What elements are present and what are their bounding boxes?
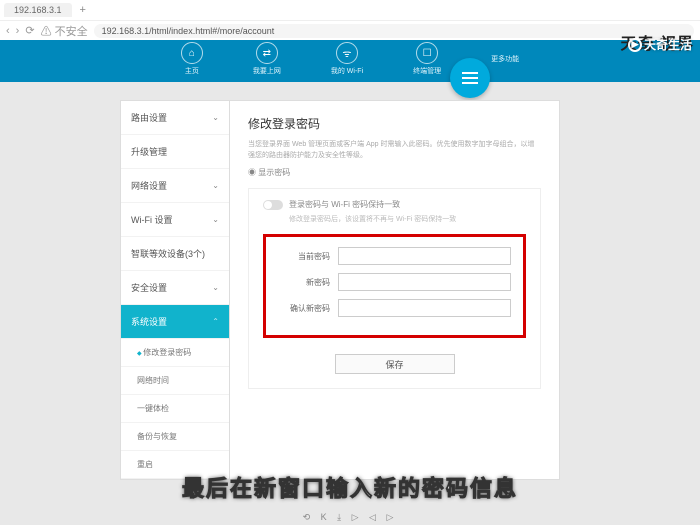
nav-label: 更多功能 [491, 54, 519, 64]
new-password-input[interactable] [338, 273, 511, 291]
current-password-label: 当前密码 [278, 251, 330, 262]
show-password-radio[interactable]: 显示密码 [248, 167, 541, 178]
new-password-label: 新密码 [278, 277, 330, 288]
sidebar-item-mesh[interactable]: 智联等效设备(3个) [121, 237, 229, 271]
chevron-down-icon: ⌄ [212, 283, 219, 292]
confirm-password-input[interactable] [338, 299, 511, 317]
nav-wifi[interactable]: ᯤ 我的 Wi-Fi [331, 42, 363, 76]
address-bar: ‹ › ⟳ ⚠ 不安全 192.168.3.1/html/index.html#… [0, 20, 700, 40]
page-title: 修改登录密码 [248, 115, 541, 132]
device-icon: ☐ [416, 42, 438, 64]
sidebar-sub-diagnose[interactable]: 一键体检 [121, 395, 229, 423]
nav-home[interactable]: ⌂ 主页 [181, 42, 203, 76]
nav-more[interactable]: 更多功能 [491, 54, 519, 64]
current-password-input[interactable] [338, 247, 511, 265]
nav-devices[interactable]: ☐ 终端管理 [413, 42, 441, 76]
top-nav: ⌂ 主页 ⇄ 我要上网 ᯤ 我的 Wi-Fi ☐ 终端管理 更多功能 [0, 40, 700, 82]
more-fab-button[interactable] [450, 58, 490, 98]
chevron-down-icon: ⌄ [212, 181, 219, 190]
video-subtitle: 最后在新窗口输入新的密码信息 [0, 471, 700, 503]
highlight-box: 当前密码 新密码 确认新密码 [263, 234, 526, 338]
sidebar-item-wifi[interactable]: Wi-Fi 设置⌄ [121, 203, 229, 237]
nav-label: 终端管理 [413, 66, 441, 76]
save-button[interactable]: 保存 [335, 354, 455, 374]
wifi-icon: ᯤ [336, 42, 358, 64]
url-input[interactable]: 192.168.3.1/html/index.html#/more/accoun… [94, 24, 694, 38]
toggle-sub-label: 修改登录密码后，该设置将不再与 Wi-Fi 密码保持一致 [289, 214, 526, 224]
chevron-down-icon: ⌄ [212, 113, 219, 122]
security-badge: ⚠ 不安全 [41, 23, 88, 39]
sidebar-item-security[interactable]: 安全设置⌄ [121, 271, 229, 305]
nav-label: 我要上网 [253, 66, 281, 76]
nav-label: 我的 Wi-Fi [331, 66, 363, 76]
chevron-down-icon: ⌄ [212, 215, 219, 224]
main-panel: 修改登录密码 当您登录界面 Web 管理页面或客户端 App 时需输入此密码。优… [230, 100, 560, 480]
toggle-label: 登录密码与 Wi-Fi 密码保持一致 [289, 199, 400, 210]
forward-button[interactable]: › [16, 25, 20, 37]
page-desc: 当您登录界面 Web 管理页面或客户端 App 时需输入此密码。优先使用数字加字… [248, 140, 541, 161]
sidebar-item-upgrade[interactable]: 升级管理 [121, 135, 229, 169]
reload-button[interactable]: ⟳ [25, 24, 34, 37]
home-icon: ⌂ [181, 42, 203, 64]
sidebar-sub-backup[interactable]: 备份与恢复 [121, 423, 229, 451]
sidebar-item-network[interactable]: 网络设置⌄ [121, 169, 229, 203]
browser-tab-strip: 192.168.3.1 + [0, 0, 700, 20]
hamburger-icon [462, 77, 478, 79]
new-tab-button[interactable]: + [74, 4, 92, 16]
watermark-text: 天奇生活 [644, 36, 692, 53]
video-watermark: ▶ 天奇生活 [628, 36, 692, 53]
sidebar-sub-time[interactable]: 网络时间 [121, 367, 229, 395]
sidebar-item-system[interactable]: 系统设置⌃ [121, 305, 229, 339]
same-as-wifi-toggle[interactable] [263, 200, 283, 210]
confirm-password-label: 确认新密码 [278, 303, 330, 314]
play-circle-icon: ▶ [628, 38, 642, 52]
nav-label: 主页 [185, 66, 199, 76]
video-controls[interactable]: ⟲ K ⤓ ▷ ◁ ▷ [303, 512, 398, 523]
chevron-up-icon: ⌃ [212, 317, 219, 326]
link-icon: ⇄ [256, 42, 278, 64]
settings-sidebar: 路由设置⌄ 升级管理 网络设置⌄ Wi-Fi 设置⌄ 智联等效设备(3个) 安全… [120, 100, 230, 480]
form-container: 登录密码与 Wi-Fi 密码保持一致 修改登录密码后，该设置将不再与 Wi-Fi… [248, 188, 541, 389]
sidebar-sub-password[interactable]: 修改登录密码 [121, 339, 229, 367]
sidebar-item-router[interactable]: 路由设置⌄ [121, 101, 229, 135]
back-button[interactable]: ‹ [6, 25, 10, 37]
nav-internet[interactable]: ⇄ 我要上网 [253, 42, 281, 76]
browser-tab[interactable]: 192.168.3.1 [4, 3, 72, 17]
